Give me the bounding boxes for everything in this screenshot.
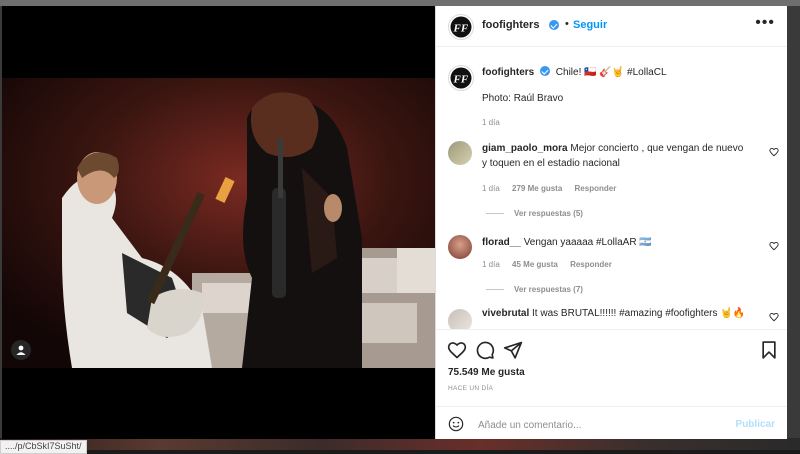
heart-icon[interactable] <box>769 147 779 157</box>
caption-author-avatar[interactable]: FF <box>448 65 474 91</box>
likes-count[interactable]: 75.549 Me gusta <box>448 367 525 378</box>
replies-line <box>486 289 504 290</box>
concert-photo <box>2 78 435 368</box>
publish-button[interactable]: Publicar <box>736 419 775 430</box>
comments-list[interactable]: FF foofighters Chile! 🇨🇱 🎸🤘 #LollaCL Pho… <box>436 47 787 329</box>
author-avatar[interactable]: FF <box>448 14 474 40</box>
caption: foofighters Chile! 🇨🇱 🎸🤘 #LollaCL <box>482 65 748 80</box>
comment: giam_paolo_mora Mejor concierto , que ve… <box>482 141 748 171</box>
share-icon[interactable] <box>503 340 523 360</box>
comment-meta: 1 día 45 Me gusta Responder <box>482 260 622 269</box>
post-actions: 75.549 Me gusta HACE UN DÍA Publicar <box>436 329 787 440</box>
verified-icon <box>549 20 559 30</box>
replies-line <box>486 213 504 214</box>
comment-likes[interactable]: 279 Me gusta <box>512 184 562 193</box>
tagged-user-button[interactable] <box>11 340 31 360</box>
author-username[interactable]: foofighters <box>482 19 539 31</box>
comment-meta: 1 día 279 Me gusta Responder <box>482 184 626 193</box>
user-tag-icon <box>16 345 26 355</box>
comment-username[interactable]: florad__ <box>482 237 521 248</box>
commenter-avatar[interactable] <box>448 235 472 259</box>
comment: vivebrutal It was BRUTAL!!!!!! #amazing … <box>482 306 748 321</box>
bookmark-icon[interactable] <box>759 340 779 360</box>
view-replies-label: Ver respuestas (5) <box>514 209 583 218</box>
svg-text:FF: FF <box>453 74 469 86</box>
comment-age: 1 día <box>482 260 500 269</box>
comment-age: 1 día <box>482 184 500 193</box>
verified-icon <box>540 66 550 76</box>
post-media <box>2 6 435 439</box>
heart-icon[interactable] <box>769 312 779 322</box>
follow-button[interactable]: Seguir <box>573 19 607 31</box>
post-modal: FF foofighters • Seguir ••• FF foofighte… <box>2 6 787 439</box>
comment-likes[interactable]: 45 Me gusta <box>512 260 558 269</box>
ff-logo-icon: FF <box>450 16 472 38</box>
status-bar-url: ..../p/CbSkI7SuSht/ <box>0 440 87 454</box>
comment-text: It was BRUTAL!!!!!! #amazing #foofighter… <box>532 308 746 319</box>
comment-composer: Publicar <box>436 406 787 441</box>
view-replies-button[interactable]: Ver respuestas (7) <box>486 285 583 294</box>
caption-age: 1 día <box>482 118 500 127</box>
comment: florad__ Vengan yaaaaa #LollaAR 🇦🇷 <box>482 235 748 250</box>
heart-icon[interactable] <box>447 340 467 360</box>
ff-logo-icon: FF <box>450 67 472 89</box>
comment-icon[interactable] <box>475 340 495 360</box>
commenter-avatar[interactable] <box>448 141 472 165</box>
comment-username[interactable]: giam_paolo_mora <box>482 143 568 154</box>
emoji-icon[interactable] <box>448 416 464 432</box>
view-replies-button[interactable]: Ver respuestas (5) <box>486 209 583 218</box>
post-side-panel: FF foofighters • Seguir ••• FF foofighte… <box>435 6 787 439</box>
separator-dot: • <box>565 18 569 30</box>
comment-input[interactable] <box>476 413 730 437</box>
posted-time: HACE UN DÍA <box>448 385 494 392</box>
reply-button[interactable]: Responder <box>575 184 617 193</box>
view-replies-label: Ver respuestas (7) <box>514 285 583 294</box>
commenter-avatar[interactable] <box>448 309 472 329</box>
comment-username[interactable]: vivebrutal <box>482 308 529 319</box>
caption-text: Chile! 🇨🇱 🎸🤘 #LollaCL <box>555 67 667 78</box>
caption-username[interactable]: foofighters <box>482 67 534 78</box>
more-options-icon[interactable]: ••• <box>755 15 775 31</box>
post-header: FF foofighters • Seguir ••• <box>436 6 787 47</box>
svg-text:FF: FF <box>453 23 469 35</box>
reply-button[interactable]: Responder <box>570 260 612 269</box>
heart-icon[interactable] <box>769 241 779 251</box>
comment-text: Vengan yaaaaa #LollaAR 🇦🇷 <box>523 237 652 248</box>
photo-credit: Photo: Raúl Bravo <box>482 93 564 104</box>
